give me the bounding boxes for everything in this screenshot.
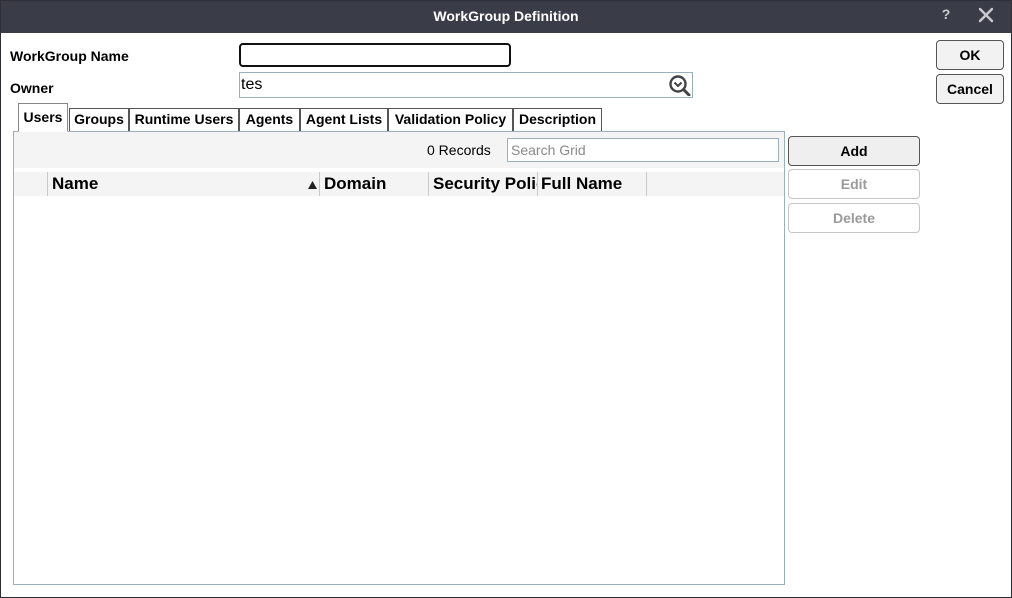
workgroup-name-label: WorkGroup Name bbox=[10, 48, 129, 64]
column-header-full-name-label: Full Name bbox=[541, 174, 623, 193]
edit-button[interactable]: Edit bbox=[788, 169, 920, 199]
grid-header: Name Domain Security Policy Full Name bbox=[14, 172, 784, 196]
column-header-security-policy-label: Security Policy bbox=[433, 174, 537, 193]
tab-users[interactable]: Users bbox=[18, 103, 68, 132]
records-count: 0 Records bbox=[427, 142, 491, 158]
owner-value: tes bbox=[241, 76, 263, 93]
tab-agents[interactable]: Agents bbox=[239, 108, 300, 131]
column-header-full-name[interactable]: Full Name bbox=[537, 172, 646, 196]
owner-label: Owner bbox=[10, 80, 54, 96]
close-icon[interactable] bbox=[977, 6, 995, 24]
delete-button[interactable]: Delete bbox=[788, 203, 920, 233]
cancel-button[interactable]: Cancel bbox=[936, 74, 1004, 104]
users-grid: 0 Records Name Domain Security Policy Fu… bbox=[13, 131, 785, 585]
grid-body bbox=[14, 196, 784, 584]
add-button[interactable]: Add bbox=[788, 136, 920, 166]
column-header-domain-label: Domain bbox=[324, 174, 387, 193]
search-lookup-icon[interactable] bbox=[668, 74, 692, 96]
tab-agent-lists[interactable]: Agent Lists bbox=[300, 108, 388, 131]
column-header-security-policy[interactable]: Security Policy bbox=[428, 172, 537, 196]
tab-description[interactable]: Description bbox=[513, 108, 602, 131]
workgroup-name-input[interactable] bbox=[239, 43, 511, 67]
column-header-domain[interactable]: Domain bbox=[319, 172, 428, 196]
tab-validation-policy[interactable]: Validation Policy bbox=[388, 108, 513, 131]
sort-ascending-icon bbox=[308, 181, 317, 189]
title-bar[interactable]: WorkGroup Definition ? bbox=[1, 1, 1011, 33]
column-header-name[interactable]: Name bbox=[47, 172, 319, 196]
tab-runtime-users[interactable]: Runtime Users bbox=[129, 108, 239, 131]
dialog-title: WorkGroup Definition bbox=[433, 8, 579, 24]
search-grid-input[interactable] bbox=[507, 138, 779, 162]
help-icon[interactable]: ? bbox=[939, 6, 953, 24]
owner-field[interactable]: tes bbox=[239, 72, 693, 98]
ok-button[interactable]: OK bbox=[936, 40, 1004, 70]
tab-groups[interactable]: Groups bbox=[69, 108, 129, 131]
column-header-name-label: Name bbox=[52, 174, 99, 193]
workgroup-definition-dialog: WorkGroup Definition ? WorkGroup Name Ow… bbox=[0, 0, 1012, 598]
column-header-filler bbox=[646, 172, 784, 196]
grid-toolbar: 0 Records bbox=[14, 132, 784, 168]
